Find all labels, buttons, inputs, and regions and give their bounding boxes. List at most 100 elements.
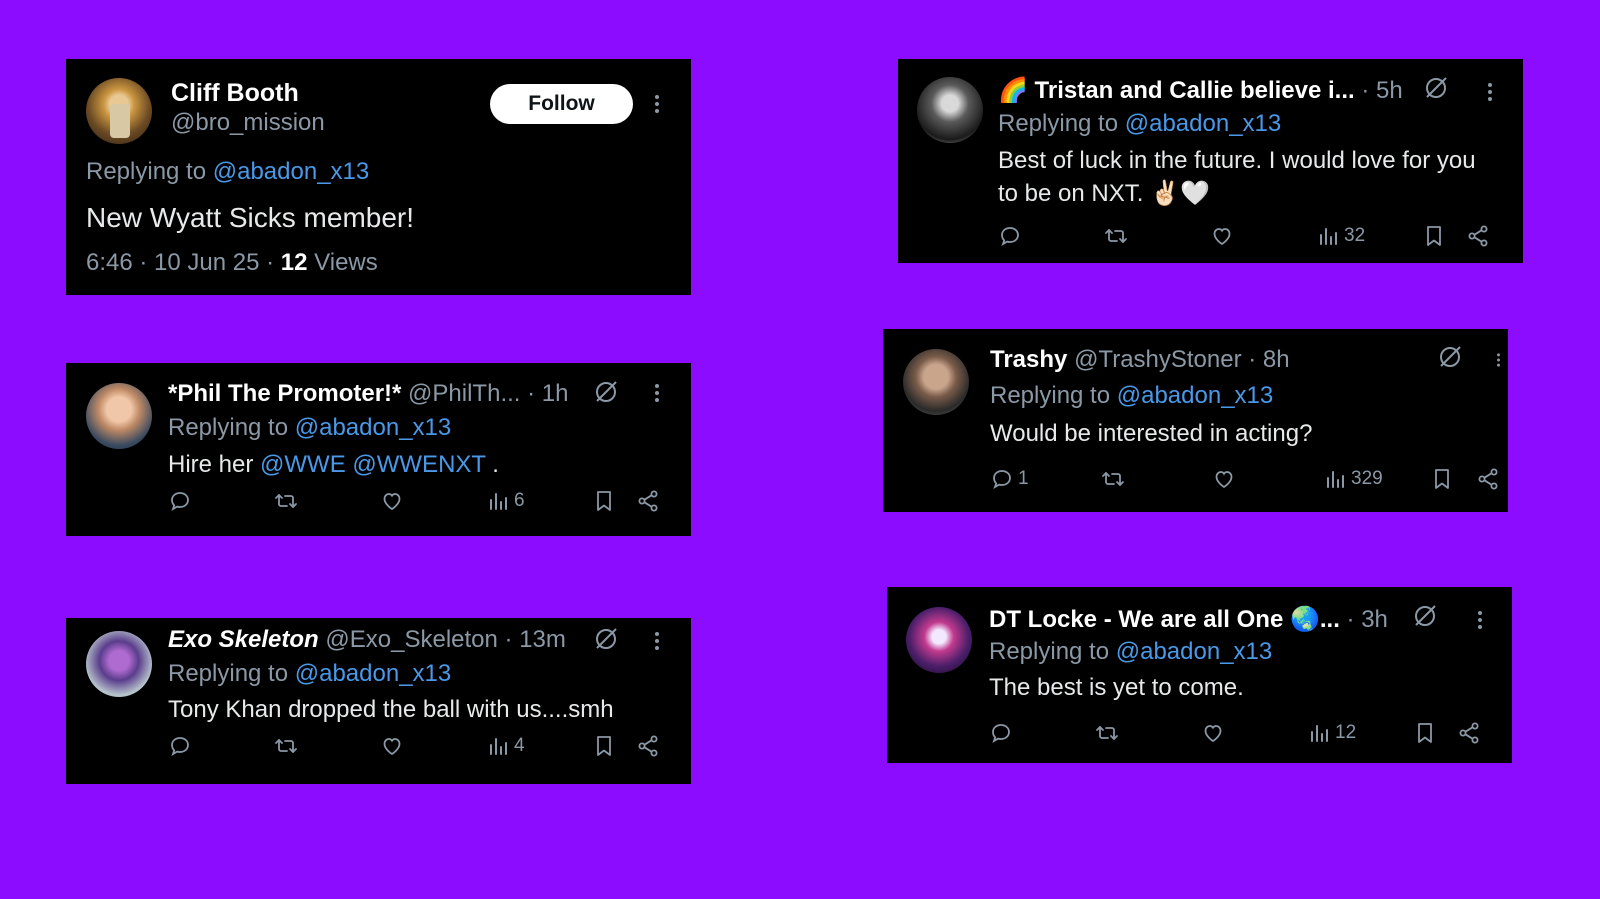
more-icon[interactable] <box>1489 347 1508 373</box>
bookmark-button[interactable] <box>592 732 616 760</box>
repost-button[interactable] <box>274 487 298 515</box>
more-icon[interactable] <box>1467 607 1493 633</box>
reply-button[interactable]: 1 <box>990 465 1029 493</box>
like-icon <box>1210 224 1234 248</box>
user-handle[interactable]: @TrashyStoner <box>1074 346 1242 373</box>
grok-icon[interactable] <box>1412 603 1438 629</box>
mention-link-wwenxt[interactable]: @WWENXT <box>352 451 485 478</box>
share-button[interactable] <box>1457 719 1481 747</box>
display-name[interactable]: *Phil The Promoter!* <box>168 380 401 407</box>
display-name[interactable]: Trashy <box>990 346 1067 373</box>
tweet-header: DT Locke - We are all One 🌏... · 3h <box>989 605 1389 634</box>
tweet-meta: 6:46 · 10 Jun 25 · 12 Views <box>86 249 378 277</box>
replying-to: Replying to @abadon_x13 <box>989 638 1272 666</box>
replying-handle-link[interactable]: @abadon_x13 <box>213 158 370 185</box>
replying-handle-link[interactable]: @abadon_x13 <box>295 414 452 441</box>
views-button[interactable]: 6 <box>486 487 525 515</box>
action-bar: 1 329 <box>990 465 1500 493</box>
more-icon[interactable] <box>644 91 670 117</box>
avatar[interactable] <box>903 349 969 415</box>
views-button[interactable]: 32 <box>1316 222 1365 250</box>
avatar[interactable] <box>917 77 983 143</box>
tweet-card-dt-locke[interactable]: DT Locke - We are all One 🌏... · 3h Repl… <box>887 587 1512 763</box>
tweet-card-trashy[interactable]: Trashy @TrashyStoner · 8h Replying to @a… <box>883 329 1508 512</box>
views-button[interactable]: 12 <box>1307 719 1356 747</box>
post-time[interactable]: · 13m <box>505 626 566 653</box>
tweet-card-phil-the-promoter[interactable]: *Phil The Promoter!* @PhilTh... · 1h Rep… <box>66 363 691 536</box>
like-button[interactable] <box>1212 465 1236 493</box>
bookmark-button[interactable] <box>1430 465 1454 493</box>
post-time[interactable]: · 1h <box>527 380 568 407</box>
bookmark-icon <box>592 489 616 513</box>
repost-button[interactable] <box>1104 222 1128 250</box>
avatar[interactable] <box>906 607 972 673</box>
views-button[interactable]: 329 <box>1323 465 1383 493</box>
more-icon[interactable] <box>1477 79 1503 105</box>
replying-handle-link[interactable]: @abadon_x13 <box>1125 110 1282 137</box>
views-count: 12 <box>280 249 308 276</box>
more-icon[interactable] <box>644 380 670 406</box>
like-icon <box>380 489 404 513</box>
bookmark-button[interactable] <box>592 487 616 515</box>
share-button[interactable] <box>1466 222 1490 250</box>
bookmark-button[interactable] <box>1422 222 1446 250</box>
bookmark-icon <box>1430 467 1454 491</box>
action-bar: 32 <box>998 222 1498 250</box>
action-bar: 6 <box>168 487 668 515</box>
reply-button[interactable] <box>168 732 192 760</box>
avatar[interactable] <box>86 78 152 144</box>
bookmark-icon <box>592 734 616 758</box>
repost-button[interactable] <box>274 732 298 760</box>
tweet-card-tristan-and-callie[interactable]: 🌈 Tristan and Callie believe i... · 5h R… <box>898 59 1523 263</box>
like-icon <box>1201 721 1225 745</box>
tweet-card-cliff-booth[interactable]: Cliff Booth @bro_mission Follow Replying… <box>66 59 691 295</box>
mention-link-wwe[interactable]: @WWE <box>260 451 346 478</box>
like-button[interactable] <box>380 487 404 515</box>
display-name[interactable]: Cliff Booth <box>171 79 299 108</box>
bookmark-icon <box>1413 721 1437 745</box>
display-name[interactable]: Exo Skeleton <box>168 626 319 653</box>
reply-button[interactable] <box>998 222 1022 250</box>
replying-handle-link[interactable]: @abadon_x13 <box>1117 382 1274 409</box>
reply-button[interactable] <box>168 487 192 515</box>
share-button[interactable] <box>636 487 660 515</box>
reply-button[interactable] <box>989 719 1013 747</box>
repost-button[interactable] <box>1101 465 1125 493</box>
post-time[interactable]: · 8h <box>1248 346 1289 373</box>
replying-to: Replying to @abadon_x13 <box>998 110 1281 138</box>
grok-icon[interactable] <box>593 626 619 652</box>
replying-to: Replying to @abadon_x13 <box>86 158 369 186</box>
replying-handle-link[interactable]: @abadon_x13 <box>295 660 452 687</box>
tweet-text-line-2: to be on NXT. ✌🏻🤍 <box>998 180 1210 207</box>
avatar[interactable] <box>86 631 152 697</box>
replying-to: Replying to @abadon_x13 <box>168 414 451 442</box>
action-bar: 4 <box>168 732 668 760</box>
grok-icon[interactable] <box>1423 75 1449 101</box>
post-time[interactable]: · 3h <box>1347 606 1388 633</box>
share-button[interactable] <box>636 732 660 760</box>
views-count: 32 <box>1344 225 1366 246</box>
grok-icon[interactable] <box>593 379 619 405</box>
bookmark-button[interactable] <box>1413 719 1437 747</box>
repost-button[interactable] <box>1095 719 1119 747</box>
views-button[interactable]: 4 <box>486 732 525 760</box>
post-time[interactable]: · 5h <box>1361 77 1402 104</box>
tweet-card-exo-skeleton[interactable]: Exo Skeleton @Exo_Skeleton · 13m Replyin… <box>66 618 691 784</box>
grok-icon[interactable] <box>1437 344 1463 370</box>
user-handle[interactable]: @PhilTh... <box>408 380 520 407</box>
like-icon <box>1212 467 1236 491</box>
follow-button[interactable]: Follow <box>490 84 633 124</box>
avatar[interactable] <box>86 383 152 449</box>
reply-icon <box>168 734 192 758</box>
display-name[interactable]: DT Locke - We are all One 🌏... <box>989 606 1340 633</box>
more-icon[interactable] <box>644 628 670 654</box>
user-handle[interactable]: @Exo_Skeleton <box>325 626 497 653</box>
like-button[interactable] <box>1201 719 1225 747</box>
display-name[interactable]: 🌈 Tristan and Callie believe i... <box>998 77 1355 104</box>
like-button[interactable] <box>380 732 404 760</box>
like-button[interactable] <box>1210 222 1234 250</box>
replying-handle-link[interactable]: @abadon_x13 <box>1116 638 1273 665</box>
timestamp[interactable]: 6:46 · 10 Jun 25 · <box>86 249 281 276</box>
user-handle[interactable]: @bro_mission <box>171 109 325 137</box>
share-button[interactable] <box>1476 465 1500 493</box>
